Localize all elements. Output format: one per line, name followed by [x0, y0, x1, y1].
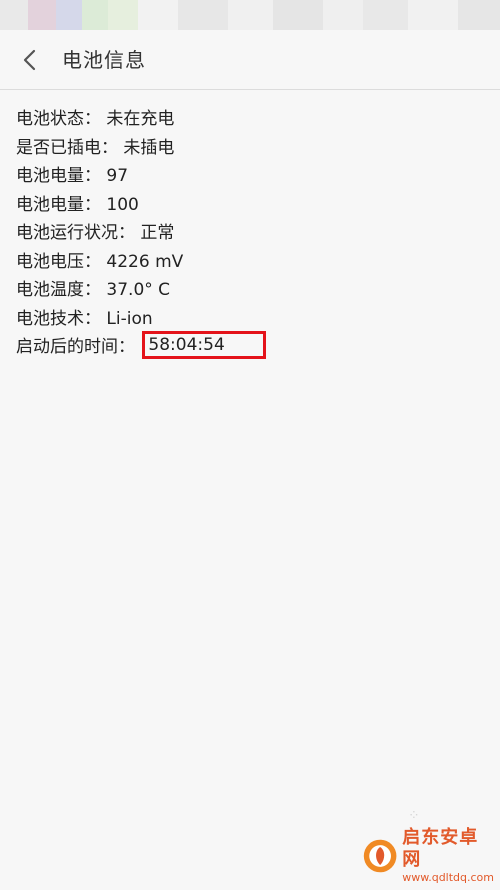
info-row-battery-technology: 电池技术： Li-ion [16, 305, 486, 334]
info-label: 电池技术： [16, 308, 101, 329]
info-label: 电池电压： [16, 251, 101, 272]
info-value: 正常 [140, 223, 175, 243]
battery-info-list: 电池状态： 未在充电 是否已插电： 未插电 电池电量： 97 电池电量： 100… [16, 105, 486, 362]
info-value: 4226 mV [106, 251, 184, 272]
app-bar: 电池信息 [0, 30, 500, 90]
info-row-plugged: 是否已插电： 未插电 [16, 134, 486, 163]
info-value: 97 [106, 166, 129, 186]
info-label: 电池状态： [16, 109, 101, 129]
uptime-value: 58:04:54 [148, 335, 225, 355]
info-label: 启动后的时间： [16, 337, 135, 357]
info-value: 未在充电 [106, 109, 175, 129]
back-button[interactable] [14, 44, 46, 76]
screen: 电池信息 电池状态： 未在充电 是否已插电： 未插电 电池电量： 97 电池电量… [0, 0, 500, 890]
status-bar [0, 0, 500, 30]
info-value: Li-ion [106, 308, 153, 329]
info-row-uptime: 启动后的时间： 58:04:54 [16, 331, 486, 362]
info-label: 电池电量： [16, 166, 101, 186]
info-label: 是否已插电： [16, 137, 118, 158]
info-value: 100 [106, 194, 139, 215]
info-value: 未插电 [123, 137, 175, 158]
info-row-battery-level: 电池电量： 97 [16, 162, 486, 191]
info-label: 电池运行状况： [16, 223, 135, 243]
watermark-logo-icon [363, 839, 397, 873]
watermark-url: www.qdltdq.com [402, 871, 494, 884]
watermark: 启东安卓网 www.qdltdq.com [362, 827, 494, 884]
info-row-battery-voltage: 电池电压： 4226 mV [16, 248, 486, 277]
page-title: 电池信息 [62, 48, 146, 72]
info-value: 37.0° C [106, 280, 171, 300]
info-row-battery-temperature: 电池温度： 37.0° C [16, 276, 486, 305]
faint-mark: ⁘ [408, 808, 420, 824]
info-row-battery-status: 电池状态： 未在充电 [16, 105, 486, 134]
info-label: 电池电量： [16, 194, 101, 215]
watermark-name: 启东安卓网 [402, 827, 479, 870]
info-label: 电池温度： [16, 280, 101, 300]
info-row-battery-scale: 电池电量： 100 [16, 191, 486, 220]
uptime-highlight: 58:04:54 [142, 331, 266, 359]
info-row-battery-health: 电池运行状况： 正常 [16, 219, 486, 248]
chevron-left-icon [23, 49, 36, 71]
